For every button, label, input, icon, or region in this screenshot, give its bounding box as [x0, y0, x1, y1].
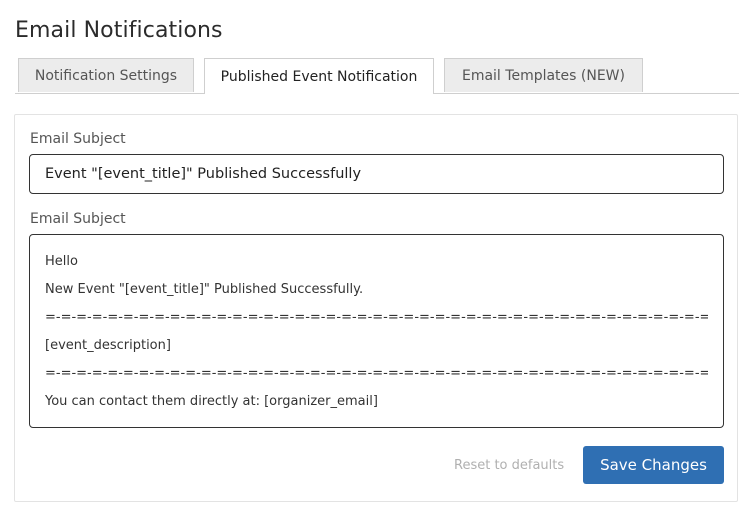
reset-to-defaults-link[interactable]: Reset to defaults — [454, 458, 564, 473]
tab-published-event-notification[interactable]: Published Event Notification — [204, 58, 434, 94]
body-line-separator: =-=-=-=-=-=-=-=-=-=-=-=-=-=-=-=-=-=-=-=-… — [45, 366, 708, 381]
tab-email-templates[interactable]: Email Templates (NEW) — [444, 58, 643, 92]
email-body-editor[interactable]: Hello New Event "[event_title]" Publishe… — [29, 234, 724, 428]
body-line-contact: You can contact them directly at: [organ… — [45, 394, 378, 409]
body-line-description: [event_description] — [45, 338, 171, 353]
body-line-separator: =-=-=-=-=-=-=-=-=-=-=-=-=-=-=-=-=-=-=-=-… — [45, 310, 708, 325]
tab-bar: Notification Settings Published Event No… — [15, 58, 739, 94]
settings-panel: Email Subject Email Subject Hello New Ev… — [14, 114, 738, 502]
save-changes-button[interactable]: Save Changes — [583, 446, 724, 484]
body-line-announcement: New Event "[event_title]" Published Succ… — [45, 282, 364, 297]
body-label: Email Subject — [30, 211, 126, 227]
page-title: Email Notifications — [15, 18, 223, 43]
body-line-greeting: Hello — [45, 254, 78, 269]
tab-notification-settings[interactable]: Notification Settings — [18, 58, 194, 92]
subject-label: Email Subject — [30, 131, 126, 147]
email-subject-input[interactable] — [29, 154, 724, 194]
